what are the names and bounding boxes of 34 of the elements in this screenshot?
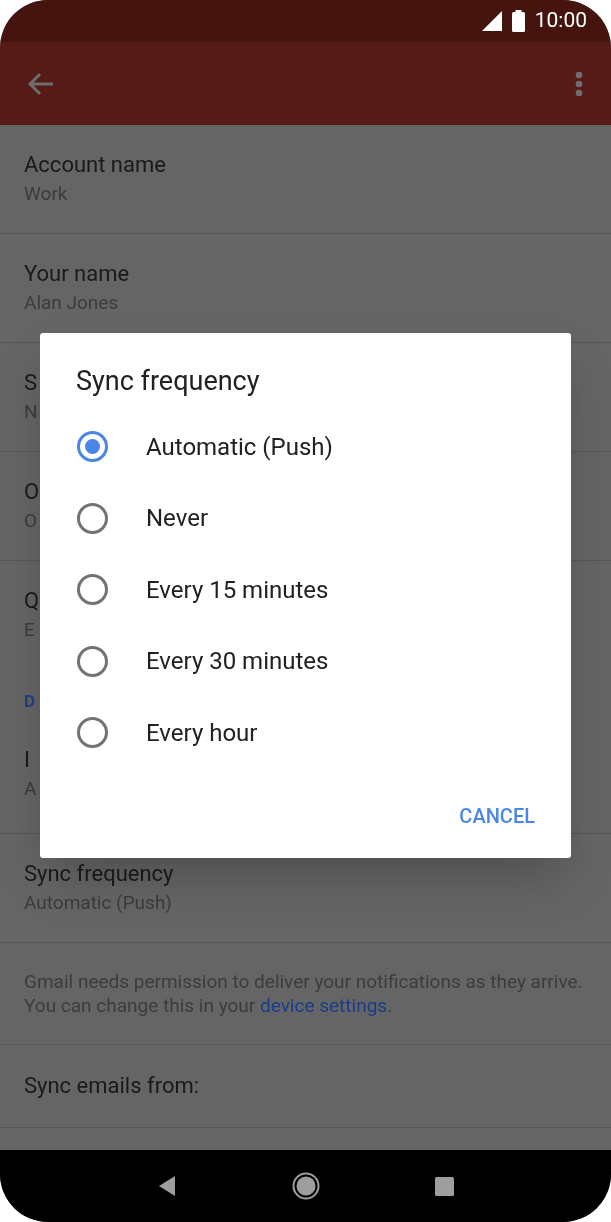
battery-icon	[511, 10, 525, 32]
setting-title: I	[24, 746, 30, 774]
radio-option[interactable]: Every 15 minutes	[40, 554, 571, 626]
radio-option[interactable]: Every 30 minutes	[40, 625, 571, 697]
radio-option[interactable]: Automatic (Push)	[40, 411, 571, 483]
home-icon[interactable]	[292, 1172, 320, 1200]
setting-title: Account name	[24, 151, 166, 179]
dialog-title: Sync frequency	[76, 364, 260, 399]
option-label: Every hour	[146, 717, 258, 749]
setting-title: Sync frequency	[24, 860, 174, 888]
option-label: Automatic (Push)	[146, 431, 333, 463]
option-label: Every 15 minutes	[146, 574, 329, 606]
radio-button[interactable]	[77, 645, 108, 677]
status-time: 10:00	[534, 7, 587, 35]
setting-title: O	[24, 478, 40, 506]
radio-option[interactable]: Every hour	[40, 697, 571, 769]
setting-title: Sync emails from:	[24, 1072, 200, 1100]
section-header: D	[24, 690, 36, 713]
radio-button[interactable]	[77, 574, 108, 606]
setting-title: Your name	[24, 260, 130, 288]
more-options-icon[interactable]	[575, 70, 583, 97]
radio-button[interactable]	[77, 431, 108, 463]
recents-icon[interactable]	[434, 1176, 454, 1196]
signal-icon	[481, 11, 502, 31]
radio-button[interactable]	[77, 502, 108, 534]
radio-button[interactable]	[77, 717, 108, 749]
setting-title: Q	[24, 587, 40, 615]
setting-title: S	[24, 369, 38, 397]
cancel-button[interactable]: CANCEL	[445, 792, 549, 839]
back-icon[interactable]	[157, 1175, 178, 1197]
back-arrow-icon[interactable]	[28, 71, 54, 96]
option-label: Every 30 minutes	[146, 646, 329, 678]
option-label: Never	[146, 503, 209, 535]
radio-option[interactable]: Never	[40, 482, 571, 554]
